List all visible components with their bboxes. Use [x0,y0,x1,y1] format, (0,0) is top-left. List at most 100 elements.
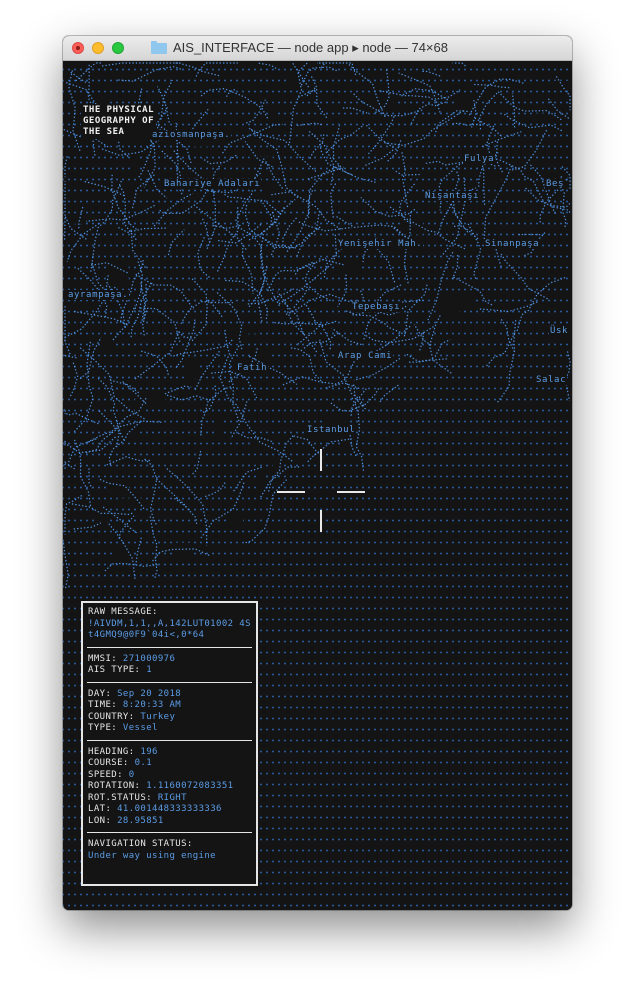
map-block [116,183,135,193]
street-segment [195,62,238,77]
street-segment [441,177,467,256]
street-segment [175,319,196,368]
street-segment [307,130,335,185]
street-segment [144,458,188,508]
street-segment [549,202,571,209]
street-segment [282,359,356,386]
map-block [483,90,498,102]
street-segment [420,70,441,77]
mmsi-label: MMSI: [88,653,118,664]
course-label: COURSE: [88,758,129,768]
street-segment [206,298,223,318]
map-label: Arap Cami [337,351,394,361]
type-value: Vessel [122,723,158,733]
map-block [101,334,116,355]
street-segment [485,332,516,367]
country-value: Turkey [140,711,176,722]
street-segment [118,515,135,539]
street-segment [395,170,420,176]
street-segment [64,304,71,355]
lat-label: LAT: [88,804,112,814]
street-segment [106,456,150,466]
day-label: DAY: [88,688,112,699]
street-segment [497,90,562,121]
map-label: Üsk [549,326,570,336]
street-segment [64,354,77,359]
zoom-button[interactable] [112,42,124,54]
street-segment [398,72,441,113]
crosshair-top [320,449,322,471]
street-segment [112,305,136,341]
street-segment [511,92,516,128]
street-segment [360,197,416,218]
map-block [225,330,247,344]
street-segment [309,133,325,159]
street-segment [246,99,266,124]
street-segment [324,125,363,155]
street-lines [63,62,571,591]
street-segment [262,202,273,226]
street-segment [134,353,169,380]
street-segment [297,122,323,127]
street-segment [350,314,401,333]
divider [87,832,252,833]
street-segment [79,337,102,380]
street-segment [229,400,293,462]
street-segment [499,159,544,201]
street-segment [68,68,81,151]
street-segment [73,341,94,433]
identity-section: MMSI: 271000976 AIS TYPE: 1 [88,654,251,677]
divider [87,739,252,741]
map-block [145,391,166,408]
street-segment [307,190,314,218]
type-label: TYPE: [88,723,118,733]
street-segment [160,79,173,120]
street-segment [64,436,116,454]
street-segment [200,87,269,119]
street-segment [437,89,461,100]
street-segment [149,516,158,580]
crosshair-left [277,491,305,493]
street-segment [319,339,365,407]
map-block [289,258,303,267]
map-block [226,514,243,527]
terminal-content[interactable]: THE PHYSICAL GEOGRAPHY OF THE SEA aziosm… [63,61,572,910]
divider [87,681,252,683]
street-segment [281,300,318,353]
title-bar[interactable]: AIS_INTERFACE — node app ▸ node — 74×68 [63,36,572,61]
street-segment [318,142,376,183]
street-segment [107,521,136,579]
street-segment [164,385,192,395]
lon-label: LON: [88,815,112,826]
street-segment [206,163,222,250]
street-segment [277,234,337,305]
street-segment [72,310,128,326]
street-segment [516,276,567,332]
street-segment [351,397,365,473]
street-segment [257,62,277,69]
street-segment [353,358,401,381]
map-label: Yenişehir Mah. [337,239,424,249]
street-segment [419,330,425,351]
street-segment [63,539,69,591]
street-segment [180,300,235,325]
street-segment [73,439,92,508]
map-block [340,433,350,453]
street-segment [212,224,241,229]
speed-value: 0 [128,769,135,780]
street-segment [365,124,397,151]
ais-type-label: AIS TYPE: [88,665,141,675]
street-segment [153,192,194,227]
street-segment [499,317,516,352]
minimize-button[interactable] [92,42,104,54]
raw-message-value: !AIVDM,1,1,,A,142LUT01002 4St4GMQ9@0F9`0… [88,618,251,641]
map-block [259,474,266,496]
lat-value: 41.001448333333336 [117,804,222,814]
window-title: AIS_INTERFACE — node app ▸ node — 74×68 [173,40,448,55]
street-segment [438,157,476,211]
map-label: aziosmanpaşa. [151,130,232,140]
close-button[interactable] [72,42,84,54]
street-segment [118,66,183,82]
street-segment [428,315,452,374]
street-segment [277,291,305,335]
